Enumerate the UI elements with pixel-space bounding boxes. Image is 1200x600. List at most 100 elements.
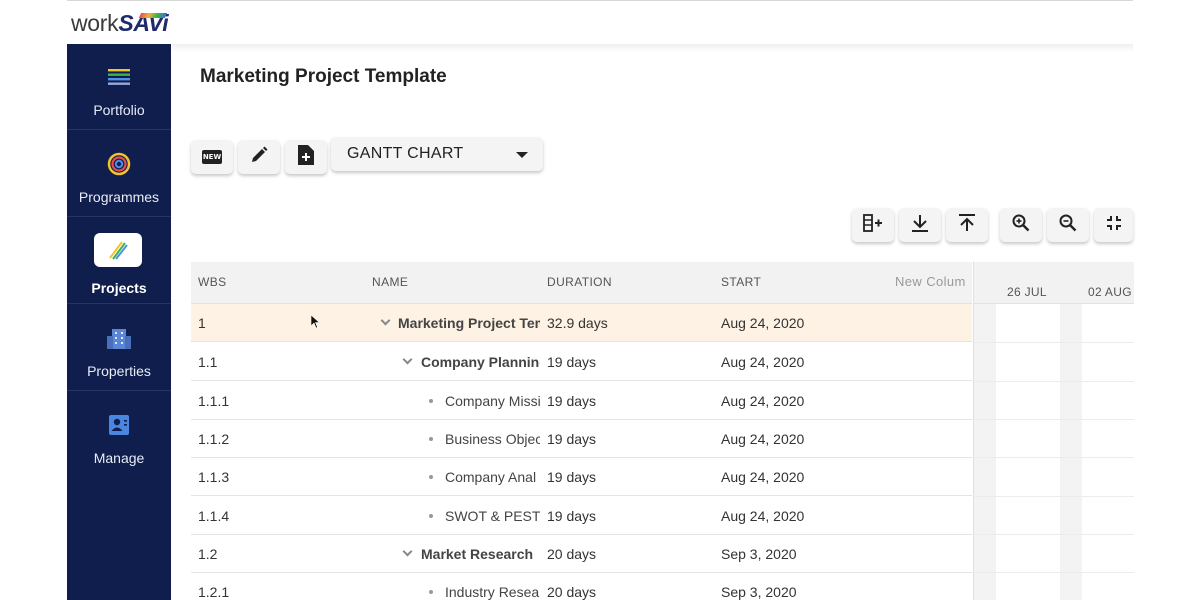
zoom-out-icon: [1059, 214, 1077, 237]
row-start: Aug 24, 2020: [721, 315, 805, 331]
programmes-ring-icon: [105, 151, 133, 177]
row-duration: 19 days: [547, 354, 597, 370]
sidebar-item-label: Programmes: [78, 189, 160, 205]
row-start: Aug 24, 2020: [721, 431, 805, 447]
table-row[interactable]: 1.1.3 Company Anal 19 days Aug 24, 2020: [191, 458, 972, 496]
page-title: Marketing Project Template: [200, 66, 447, 87]
collapse-chevron-icon[interactable]: [380, 315, 391, 326]
row-name: Company Anal: [445, 469, 537, 485]
add-file-button[interactable]: [285, 140, 327, 174]
row-start: Aug 24, 2020: [721, 354, 805, 370]
bullet-icon: [429, 590, 433, 594]
collapse-chevron-icon[interactable]: [402, 546, 413, 557]
zoom-in-button[interactable]: [1000, 208, 1042, 242]
portfolio-bars-icon: [105, 64, 133, 90]
table-row[interactable]: 1.1.1 Company Missi 19 days Aug 24, 2020: [191, 382, 972, 420]
row-wbs: 1.1.1: [198, 393, 230, 409]
collapse-chevron-icon[interactable]: [402, 354, 413, 365]
column-header-wbs[interactable]: WBS: [198, 275, 227, 289]
column-plus-icon: [863, 213, 883, 237]
new-badge-icon: NEW: [202, 150, 222, 164]
bullet-icon: [429, 399, 433, 403]
sidebar-item-manage[interactable]: Manage: [67, 392, 171, 478]
table-row[interactable]: 1.2.1 Industry Resear 20 days Sep 3, 202…: [191, 573, 972, 600]
table-row[interactable]: 1.1.4 SWOT & PEST 19 days Aug 24, 2020: [191, 497, 972, 535]
sidebar-item-programmes[interactable]: Programmes: [67, 131, 171, 217]
table-row[interactable]: 1 Marketing Project Tem 32.9 days Aug 24…: [191, 304, 972, 342]
view-select-value: GANTT CHART: [347, 145, 464, 162]
table-row[interactable]: 1.1 Company Planning 19 days Aug 24, 202…: [191, 343, 972, 381]
gantt-row-line: [974, 381, 1134, 382]
bullet-icon: [429, 437, 433, 441]
sidebar-item-projects[interactable]: Projects: [67, 218, 171, 304]
zoom-out-button[interactable]: [1047, 208, 1089, 242]
row-wbs: 1.1: [198, 354, 218, 370]
arrow-down-bar-icon: [910, 214, 930, 237]
row-name: Business Objec: [445, 431, 540, 447]
bullet-icon: [429, 514, 433, 518]
row-duration: 19 days: [547, 469, 597, 485]
table-row[interactable]: 1.2 Market Research 20 days Sep 3, 2020: [191, 535, 972, 573]
indent-button[interactable]: [899, 208, 941, 242]
gantt-row-line: [974, 457, 1134, 458]
row-name: Marketing Project Tem: [398, 315, 540, 331]
row-name: SWOT & PEST: [445, 508, 540, 524]
sidebar-item-portfolio[interactable]: Portfolio: [67, 44, 171, 130]
table-row[interactable]: 1.1.2 Business Objec 19 days Aug 24, 202…: [191, 420, 972, 458]
row-duration: 20 days: [547, 584, 597, 600]
row-wbs: 1.1.4: [198, 508, 230, 524]
row-wbs: 1: [198, 315, 206, 331]
row-duration: 19 days: [547, 431, 597, 447]
building-icon: [105, 325, 133, 351]
row-duration: 19 days: [547, 393, 597, 409]
chevron-down-icon: [516, 152, 528, 158]
zoom-in-icon: [1012, 214, 1030, 237]
row-wbs: 1.2: [198, 546, 218, 562]
sidebar-item-label: Portfolio: [93, 102, 145, 118]
column-header-start[interactable]: START: [721, 275, 761, 289]
sidebar-item-label: Properties: [87, 363, 151, 379]
file-plus-icon: [298, 144, 314, 170]
row-duration: 20 days: [547, 546, 597, 562]
row-start: Aug 24, 2020: [721, 508, 805, 524]
column-header-duration[interactable]: DURATION: [547, 275, 612, 289]
collapse-icon: [1106, 215, 1122, 236]
gantt-weekend-column: [1060, 262, 1082, 600]
mouse-cursor-icon: [310, 314, 321, 334]
row-name: Industry Resear: [445, 584, 540, 600]
row-start: Aug 24, 2020: [721, 469, 805, 485]
outdent-button[interactable]: [946, 208, 988, 242]
row-start: Sep 3, 2020: [721, 546, 797, 562]
sidebar-item-label: Projects: [91, 280, 147, 296]
gantt-week-label: 26 JUL: [1007, 285, 1047, 299]
worksavi-logo[interactable]: workSAVi: [71, 10, 169, 37]
arrow-up-bar-icon: [957, 213, 977, 237]
gantt-row-line: [974, 342, 1134, 343]
view-select[interactable]: GANTT CHART: [331, 137, 543, 171]
sidebar-item-properties[interactable]: Properties: [67, 305, 171, 391]
new-button[interactable]: NEW: [191, 140, 233, 174]
pencil-icon: [250, 146, 268, 169]
row-name: Company Planning: [421, 354, 540, 370]
gantt-chart-area[interactable]: 26 JUL 02 AUG: [973, 262, 1134, 600]
row-wbs: 1.1.2: [198, 431, 230, 447]
app-window: workSAVi Portfolio Programmes Projects P…: [0, 0, 1200, 600]
gantt-row-line: [974, 572, 1134, 573]
sidebar-item-label: Manage: [93, 450, 145, 466]
row-start: Sep 3, 2020: [721, 584, 797, 600]
logo-prefix: work: [71, 10, 119, 36]
edit-button[interactable]: [238, 140, 280, 174]
bullet-icon: [429, 475, 433, 479]
row-duration: 32.9 days: [547, 315, 608, 331]
row-wbs: 1.1.3: [198, 469, 230, 485]
gantt-row-line: [974, 534, 1134, 535]
column-header-new-column[interactable]: New Column: [895, 274, 965, 289]
gantt-week-label: 02 AUG: [1088, 285, 1132, 299]
row-name: Company Missi: [445, 393, 540, 409]
gantt-header: 26 JUL 02 AUG: [974, 262, 1134, 304]
column-header-name[interactable]: NAME: [372, 275, 408, 289]
fit-button[interactable]: [1094, 208, 1133, 242]
gantt-weekend-column: [974, 262, 996, 600]
grid-header: WBS NAME DURATION START New Column: [191, 262, 972, 304]
add-column-button[interactable]: [852, 208, 894, 242]
